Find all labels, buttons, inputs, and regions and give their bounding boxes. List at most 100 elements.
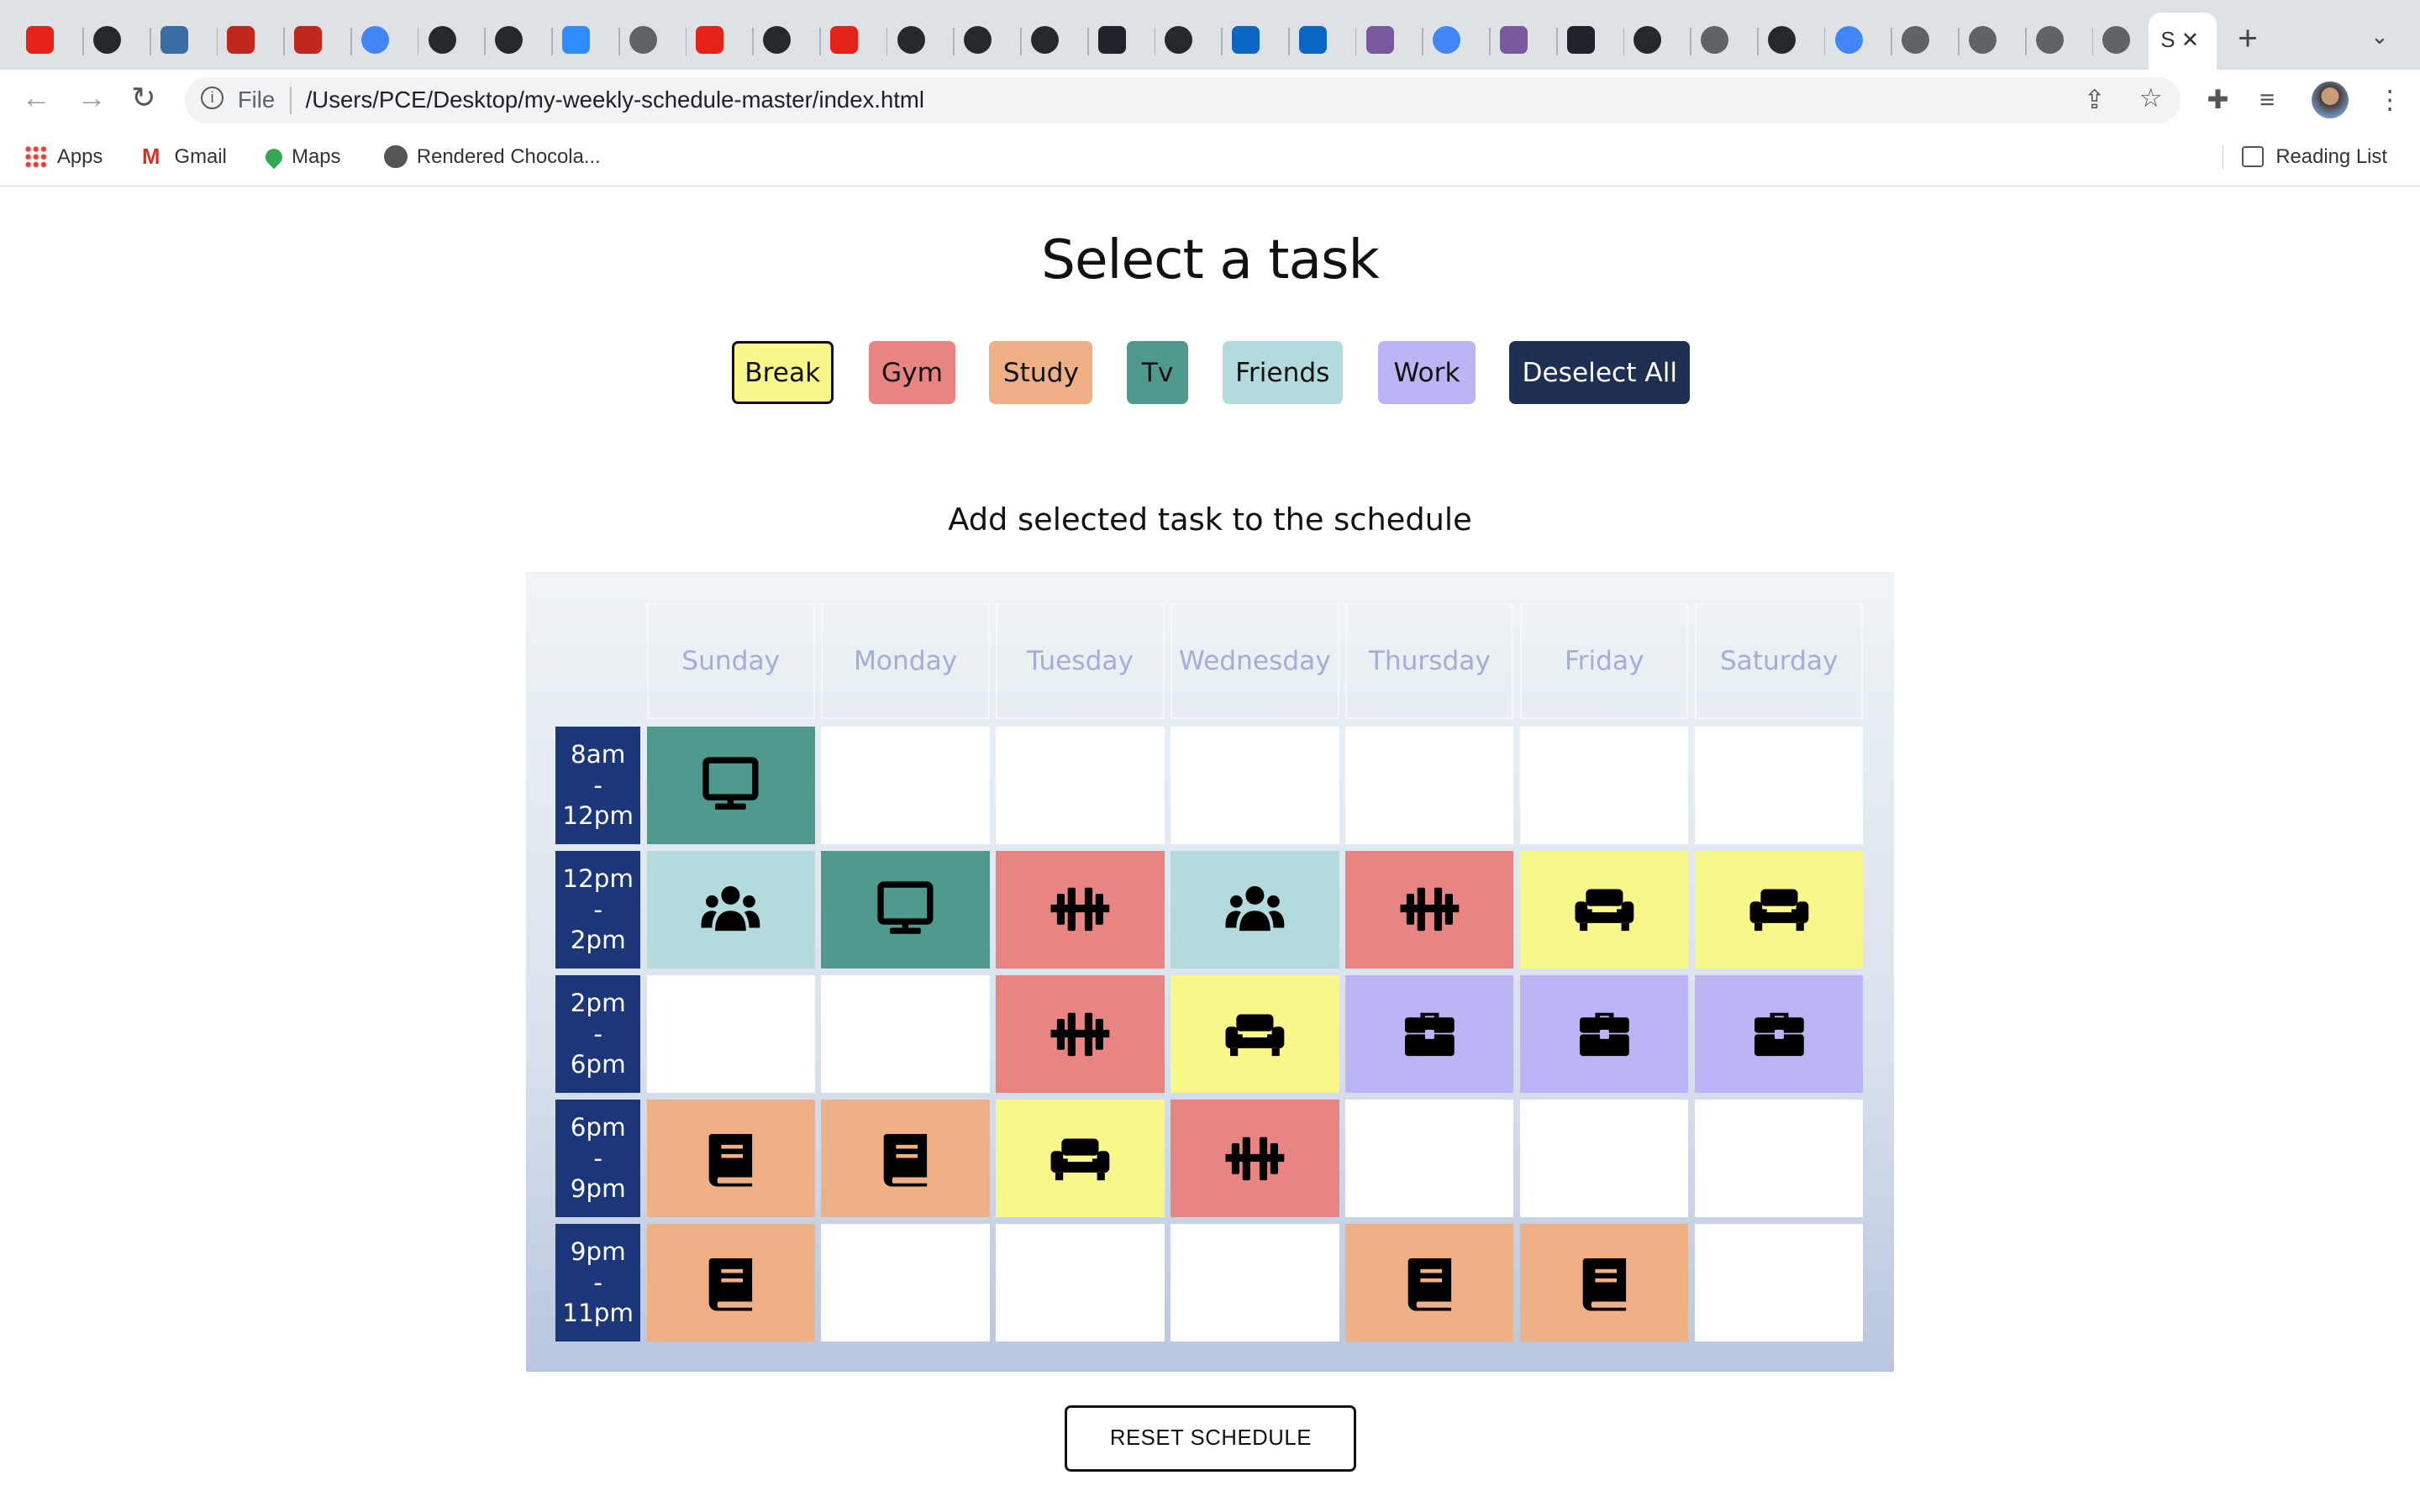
address-bar[interactable]: i File /Users/PCE/Desktop/my-weekly-sche… <box>185 76 2181 123</box>
bookmark-gmail[interactable]: M Gmail <box>142 145 227 169</box>
menu-icon[interactable]: ⋮ <box>2377 85 2403 115</box>
schedule-cell[interactable] <box>821 975 990 1093</box>
schedule-cell[interactable] <box>1345 851 1514 969</box>
tab-favicon-github-icon[interactable] <box>1165 26 1193 55</box>
tab-favicon-ucla-icon[interactable] <box>160 26 188 55</box>
tab-favicon-linkedin-icon[interactable] <box>1232 26 1260 55</box>
task-button-gym[interactable]: Gym <box>869 340 955 405</box>
tab-favicon-zoom-icon[interactable] <box>561 26 590 55</box>
new-tab-button[interactable]: + <box>2238 18 2258 58</box>
tab-favicon-globe-icon[interactable] <box>2102 26 2131 55</box>
tab-favicon-react-icon[interactable] <box>1097 26 1126 55</box>
tab-favicon-globe-icon[interactable] <box>1902 26 1930 55</box>
reading-list-button[interactable]: Reading List <box>2222 144 2387 169</box>
tab-favicon-github-icon[interactable] <box>428 26 456 55</box>
tab-search-icon[interactable]: ⌄ <box>2370 24 2389 50</box>
task-button-tv[interactable]: Tv <box>1126 340 1189 405</box>
tab-favicon-globe-icon[interactable] <box>2035 26 2064 55</box>
schedule-cell[interactable] <box>1520 1100 1689 1217</box>
tab-favicon-github-icon[interactable] <box>897 26 925 55</box>
bookmark-maps[interactable]: Maps <box>261 144 341 169</box>
bookmark-apps[interactable]: Apps <box>24 145 103 169</box>
tab-favicon-github-icon[interactable] <box>964 26 992 55</box>
friends-icon <box>701 886 760 932</box>
schedule-cell[interactable] <box>1345 1100 1514 1217</box>
tab-favicon-github-icon[interactable] <box>1767 26 1796 55</box>
tab-favicon-linkedin-icon[interactable] <box>1298 26 1327 55</box>
tab-favicon-react-icon[interactable] <box>1566 26 1595 55</box>
task-button-work[interactable]: Work <box>1378 340 1476 405</box>
task-button-study[interactable]: Study <box>989 340 1093 405</box>
bookmark-label: Maps <box>292 144 341 168</box>
info-icon[interactable]: i <box>200 86 224 110</box>
schedule-cell[interactable] <box>1695 851 1864 969</box>
reset-schedule-button[interactable]: RESET SCHEDULE <box>1065 1405 1357 1473</box>
bookmark-rendered[interactable]: Rendered Chocola... <box>384 144 601 169</box>
deselect-all-button[interactable]: Deselect All <box>1509 340 1691 405</box>
tab-favicon-github-icon[interactable] <box>1030 26 1059 55</box>
schedule-cell[interactable] <box>821 727 990 844</box>
time-dash: - <box>593 1268 603 1297</box>
tab-favicon-youtube-icon[interactable] <box>829 26 858 55</box>
task-button-break[interactable]: Break <box>731 340 834 405</box>
schedule-cell[interactable] <box>1345 975 1514 1093</box>
tab-favicon-heroku-icon[interactable] <box>1365 26 1394 55</box>
schedule-cell[interactable] <box>1171 1100 1339 1217</box>
schedule-cell[interactable] <box>1171 727 1339 844</box>
schedule-cell[interactable] <box>821 851 990 969</box>
tab-favicon-globe-icon[interactable] <box>1701 26 1729 55</box>
schedule-cell[interactable] <box>1520 851 1689 969</box>
schedule-cell[interactable] <box>646 1224 815 1341</box>
schedule-cell[interactable] <box>1345 1224 1514 1341</box>
schedule-cell[interactable] <box>996 1100 1165 1217</box>
url-text[interactable]: /Users/PCE/Desktop/my-weekly-schedule-ma… <box>306 87 924 113</box>
media-icon[interactable]: ≡ <box>2260 85 2275 115</box>
schedule-cell[interactable] <box>646 851 815 969</box>
tab-favicon-github-icon[interactable] <box>495 26 523 55</box>
tab-favicon-heroku-icon[interactable] <box>1499 26 1528 55</box>
schedule-cell[interactable] <box>996 727 1165 844</box>
schedule-cell[interactable] <box>996 1224 1165 1341</box>
tab-favicon-github-icon[interactable] <box>92 26 121 55</box>
tab-favicon-google-icon[interactable] <box>1433 26 1461 55</box>
extensions-icon[interactable]: ✚ <box>2207 85 2229 115</box>
share-icon[interactable]: ⇪ <box>2084 85 2106 115</box>
schedule-cell[interactable] <box>646 1100 815 1217</box>
tab-favicon-news-icon[interactable] <box>227 26 255 55</box>
back-icon[interactable]: ← <box>22 81 51 115</box>
tab-favicon-globe-icon[interactable] <box>629 26 657 55</box>
schedule-cell[interactable] <box>1695 975 1864 1093</box>
schedule-cell[interactable] <box>821 1100 990 1217</box>
schedule-cell[interactable] <box>1345 727 1514 844</box>
schedule-cell[interactable] <box>1520 1224 1689 1341</box>
tab-favicon-youtube-icon[interactable] <box>26 26 55 55</box>
schedule-cell[interactable] <box>1520 975 1689 1093</box>
tab-favicon-youtube-icon[interactable] <box>696 26 724 55</box>
schedule-cell[interactable] <box>646 975 815 1093</box>
bookmark-star-icon[interactable]: ☆ <box>2139 83 2163 113</box>
close-tab-icon[interactable]: ✕ <box>2181 29 2200 52</box>
forward-icon[interactable]: → <box>77 81 107 115</box>
avatar[interactable] <box>2312 81 2349 119</box>
active-tab[interactable]: S ✕ <box>2148 12 2217 70</box>
schedule-cell[interactable] <box>996 975 1165 1093</box>
schedule-cell[interactable] <box>1695 727 1864 844</box>
schedule-cell[interactable] <box>996 851 1165 969</box>
tab-favicon-news-icon[interactable] <box>294 26 323 55</box>
tab-favicon-github-icon[interactable] <box>1634 26 1662 55</box>
tab-favicon-globe-icon[interactable] <box>1968 26 1996 55</box>
tab-favicon-google-icon[interactable] <box>360 26 389 55</box>
schedule-cell[interactable] <box>1695 1224 1864 1341</box>
schedule-cell[interactable] <box>821 1224 990 1341</box>
bookmark-label: Rendered Chocola... <box>416 144 601 168</box>
schedule-cell[interactable] <box>1171 1224 1339 1341</box>
tab-favicon-github-icon[interactable] <box>763 26 792 55</box>
reload-icon[interactable]: ↻ <box>131 81 155 115</box>
schedule-cell[interactable] <box>1171 975 1339 1093</box>
schedule-cell[interactable] <box>1520 727 1689 844</box>
schedule-cell[interactable] <box>646 727 815 844</box>
task-button-friends[interactable]: Friends <box>1222 340 1343 405</box>
tab-favicon-google-icon[interactable] <box>1834 26 1863 55</box>
schedule-cell[interactable] <box>1171 851 1339 969</box>
schedule-cell[interactable] <box>1695 1100 1864 1217</box>
